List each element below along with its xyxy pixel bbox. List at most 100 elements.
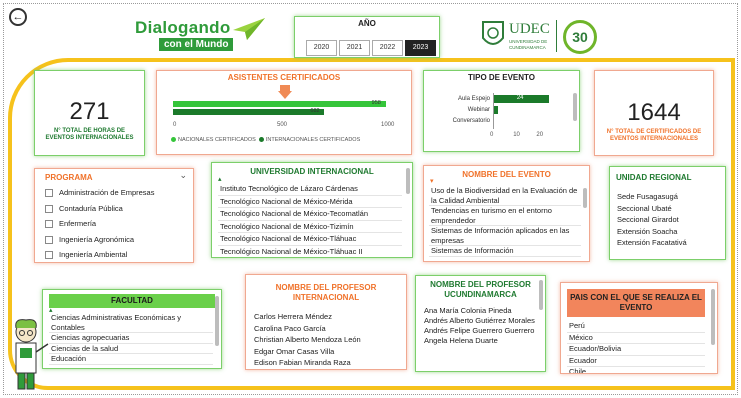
programa-option-label: Ingeniería Ambiental — [59, 250, 128, 259]
year-button-2020[interactable]: 2020 — [306, 40, 337, 56]
pais-scrollbar[interactable] — [711, 289, 715, 345]
universidad-scrollbar[interactable] — [406, 168, 410, 194]
prof-udec-item[interactable]: Angela Helena Duarte — [424, 336, 542, 346]
bar-nacionales — [173, 101, 386, 107]
asistentes-plot: 958 682 — [173, 99, 395, 121]
arrow-left-icon: ← — [12, 11, 24, 23]
facultad-card: FACULTAD ▴ Ciencias Administrativas Econ… — [42, 289, 222, 369]
year-button-2022[interactable]: 2022 — [372, 40, 403, 56]
pais-item[interactable]: México — [567, 333, 705, 344]
prof-udec-title: NOMBRE DEL PROFESOR UCUNDINAMARCA — [430, 280, 531, 299]
checkbox[interactable] — [45, 251, 53, 260]
prof-int-item[interactable]: Carlos Herrera Méndez — [254, 311, 402, 323]
legend-dot-nacionales — [171, 137, 176, 143]
facultad-item[interactable]: Ciencias de la salud — [49, 344, 213, 354]
asistentes-legend: NACIONALES CERTIFICADOS INTERNACIONALES … — [171, 137, 360, 143]
pais-item[interactable]: Ecuador/Bolivia — [567, 344, 705, 356]
evento-item[interactable]: Sistemas de Información — [429, 246, 581, 257]
facultad-item[interactable]: Educación — [49, 354, 213, 365]
back-button[interactable]: ← — [9, 8, 27, 26]
universidad-item[interactable]: Tecnológico Nacional de México-Tláhuac — [218, 233, 402, 246]
universidad-item[interactable]: Tecnológico Nacional de México-Tizimín — [218, 221, 402, 233]
bar-data-label: 958 — [371, 100, 381, 106]
facultad-item[interactable]: Ciencias agropecuarias — [49, 333, 213, 344]
anniversary-30-badge: 30 — [563, 20, 597, 54]
prof-udec-item[interactable]: Andrés Alberto Gutiérrez Morales — [424, 316, 542, 326]
pais-item[interactable]: Perú — [567, 321, 705, 333]
evento-item[interactable]: Sistemas de Información aplicados en las… — [429, 226, 581, 246]
x-tick-label: 0 — [173, 122, 177, 128]
evento-title: NOMBRE DEL EVENTO — [462, 170, 551, 179]
universidad-card: UNIVERSIDAD INTERNACIONAL ▴ Instituto Te… — [211, 162, 413, 258]
programa-option-label: Administración de Empresas — [59, 188, 155, 197]
prof-int-item[interactable]: Edgar Omar Casas Villa — [254, 346, 402, 358]
x-tick-label: 10 — [513, 132, 520, 138]
evento-card: NOMBRE DEL EVENTO ▾ Uso de la Biodiversi… — [423, 165, 590, 262]
dialogando-logo: Dialogando con el Mundo — [135, 18, 265, 58]
prof-int-item[interactable]: Christian Alberto Mendoza León — [254, 334, 402, 346]
pais-item[interactable]: Ecuador — [567, 356, 705, 367]
regional-item[interactable]: Sede Fusagasugá — [617, 191, 723, 203]
udec-logo: UDEC UNIVERSIDAD DE CUNDINAMARCA 30 — [481, 18, 601, 56]
universidad-item[interactable]: Tecnológico Nacional de México-Mérida — [218, 196, 402, 208]
universidad-item[interactable]: Tecnológico Nacional de México-Tecomatlá… — [218, 208, 402, 221]
bar-data-label: 682 — [310, 108, 320, 114]
prof-int-card: NOMBRE DEL PROFESOR INTERNACIONAL Carlos… — [245, 274, 407, 370]
tipo-scrollbar[interactable] — [573, 93, 577, 121]
checkbox[interactable] — [45, 204, 53, 213]
pais-header: PAIS CON EL QUE SE REALIZA EL EVENTO — [567, 289, 705, 317]
prof-udec-item[interactable]: Andrés Felipe Guerrero Guerrero — [424, 326, 542, 336]
prof-int-item[interactable]: Carolina Paco García — [254, 323, 402, 335]
evento-scrollbar[interactable] — [583, 188, 587, 208]
regional-title: UNIDAD REGIONAL — [616, 173, 692, 182]
checkbox[interactable] — [45, 189, 53, 198]
prof-int-item[interactable]: Edison Fabian Miranda Raza — [254, 357, 402, 369]
programa-option[interactable]: Ingeniería Agronómica — [45, 232, 191, 248]
kpi-certs-value: 1644 — [627, 99, 681, 126]
down-arrow-icon — [278, 85, 292, 99]
programa-card: PROGRAMA ⌄ Administración de Empresas Con… — [34, 168, 194, 263]
programa-option[interactable]: Contaduría Pública — [45, 201, 191, 217]
category-label: Aula Espejo — [457, 96, 490, 102]
year-button-2021[interactable]: 2021 — [339, 40, 370, 56]
pais-item[interactable]: Chile — [567, 367, 705, 373]
prof-udec-card: NOMBRE DEL PROFESOR UCUNDINAMARCA Ana Ma… — [415, 275, 546, 372]
prof-udec-item[interactable]: Ana María Colonia Pineda — [424, 306, 542, 316]
asistentes-title: ASISTENTES CERTIFICADOS — [227, 73, 341, 82]
universidad-item[interactable]: Instituto Tecnológico de Lázaro Cárdenas — [218, 183, 402, 196]
programa-option-label: Enfermería — [59, 219, 97, 228]
checkbox[interactable] — [45, 220, 53, 229]
tipo-evento-title: TIPO DE EVENTO — [468, 73, 535, 82]
x-tick-label: 0 — [490, 132, 494, 138]
sort-caret-icon: ▾ — [430, 178, 434, 185]
bar-internacionales — [173, 109, 325, 115]
udec-sub2: CUNDINAMARCA — [509, 45, 546, 50]
programa-title: PROGRAMA — [45, 173, 93, 182]
tipo-evento-card: TIPO DE EVENTO Aula Espejo 24 Webinar Conve… — [423, 70, 580, 152]
facultad-scrollbar[interactable] — [215, 296, 219, 346]
year-button-2023[interactable]: 2023 — [405, 40, 436, 56]
programa-option-label: Ingeniería Agronómica — [59, 234, 135, 244]
checkbox[interactable] — [45, 235, 53, 244]
x-tick-label: 20 — [536, 132, 544, 138]
x-tick-label: 1000 — [381, 122, 395, 128]
regional-item[interactable]: Seccional Ubaté — [617, 203, 723, 215]
legend-internacionales: INTERNACIONALES CERTIFICADOS — [265, 137, 361, 143]
regional-item[interactable]: Extensión Soacha — [617, 226, 723, 238]
regional-item[interactable]: Seccional Girardot — [617, 214, 723, 226]
chevron-down-icon[interactable]: ⌄ — [179, 170, 187, 181]
x-tick-label: 500 — [277, 122, 288, 128]
programa-option[interactable]: Administración de Empresas — [45, 185, 191, 201]
programa-option[interactable]: Ingeniería Ambiental — [45, 247, 191, 262]
universidad-item[interactable]: Tecnológico Nacional de México-Tláhuac I… — [218, 246, 402, 258]
regional-item[interactable]: Extensión Facatativá — [617, 237, 723, 249]
paper-plane-icon — [233, 18, 265, 40]
programa-option[interactable]: Enfermería — [45, 216, 191, 232]
prof-udec-scrollbar[interactable] — [539, 280, 543, 310]
facultad-title: FACULTAD — [111, 296, 153, 305]
facultad-item[interactable]: Ciencias Administrativas Económicas y Co… — [49, 313, 213, 333]
legend-nacionales: NACIONALES CERTIFICADOS — [178, 137, 256, 143]
evento-item[interactable]: Tendencias en turismo en el entorno empr… — [429, 206, 581, 226]
facultad-header: FACULTAD — [49, 294, 215, 308]
evento-item[interactable]: Uso de la Biodiversidad en la Evaluación… — [429, 186, 581, 206]
